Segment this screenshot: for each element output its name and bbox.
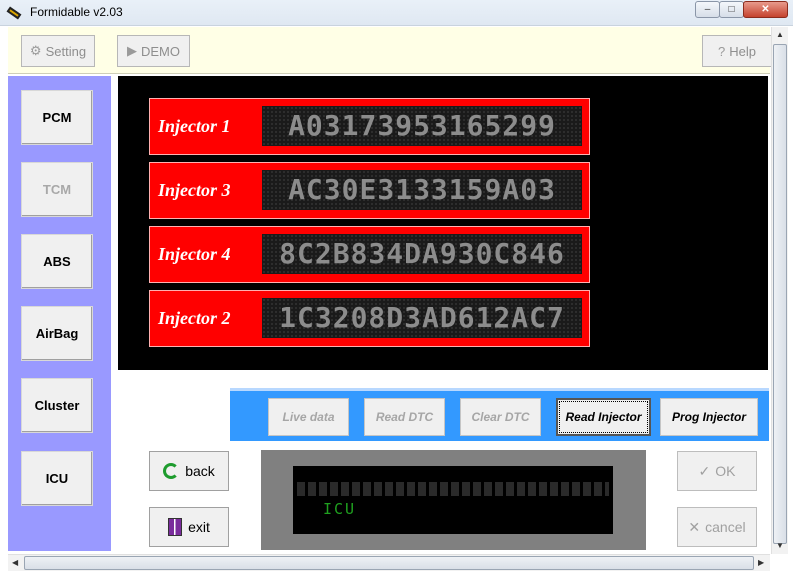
lcd-display: ICU <box>293 466 613 534</box>
scroll-left-icon[interactable]: ◀ <box>12 558 18 567</box>
cancel-icon: ✕ <box>688 518 701 535</box>
exit-button[interactable]: exit <box>149 507 229 547</box>
scroll-up-icon[interactable]: ▲ <box>776 30 784 39</box>
lcd-line-1 <box>297 482 609 496</box>
demo-label: DEMO <box>141 43 180 59</box>
vertical-scroll-thumb[interactable] <box>773 44 787 544</box>
back-label: back <box>185 463 215 479</box>
prog-injector-button[interactable]: Prog Injector <box>660 398 758 436</box>
play-icon: ▶ <box>127 43 137 58</box>
lcd-line-2: ICU <box>323 500 357 518</box>
demo-button[interactable]: ▶ DEMO <box>117 35 190 67</box>
ok-button[interactable]: ✓ OK <box>677 451 757 491</box>
question-icon: ? <box>718 43 726 59</box>
close-button[interactable]: ✕ <box>743 1 788 18</box>
injector-code: 1C3208D3AD612AC7 <box>262 298 582 338</box>
injector-row: Injector 1 A03173953165299 <box>149 98 590 155</box>
minimize-button[interactable]: – <box>695 1 720 18</box>
app-icon <box>6 6 22 20</box>
horizontal-scroll-thumb[interactable] <box>24 556 754 570</box>
title-bar: Formidable v2.03 – □ ✕ <box>0 0 793 26</box>
refresh-icon <box>163 463 180 479</box>
help-label: Help <box>729 43 756 59</box>
read-injector-button[interactable]: Read Injector <box>556 398 651 436</box>
horizontal-scrollbar[interactable]: ◀ ▶ <box>8 554 770 571</box>
help-button[interactable]: ? Help <box>702 35 772 67</box>
function-bar: Live data Read DTC Clear DTC Read Inject… <box>230 388 769 441</box>
injector-code: 8C2B834DA930C846 <box>262 234 582 274</box>
nav-pcm-button[interactable]: PCM <box>21 90 93 145</box>
nav-airbag-button[interactable]: AirBag <box>21 306 93 361</box>
module-sidebar: PCM TCM ABS AirBag Cluster ICU <box>8 76 111 551</box>
injector-panel: Injector 1 A03173953165299 Injector 3 AC… <box>118 76 768 370</box>
read-dtc-button[interactable]: Read DTC <box>364 398 445 436</box>
cancel-button[interactable]: ✕ cancel <box>677 507 757 547</box>
nav-abs-button[interactable]: ABS <box>21 234 93 289</box>
back-button[interactable]: back <box>149 451 229 491</box>
live-data-button[interactable]: Live data <box>268 398 349 436</box>
toolbar: ⚙ Setting ▶ DEMO ? Help <box>8 27 772 74</box>
injector-row: Injector 2 1C3208D3AD612AC7 <box>149 290 590 347</box>
nav-tcm-button[interactable]: TCM <box>21 162 93 217</box>
injector-label: Injector 2 <box>158 308 231 328</box>
ok-label: OK <box>715 463 736 479</box>
injector-row: Injector 4 8C2B834DA930C846 <box>149 226 590 283</box>
injector-label: Injector 4 <box>158 244 231 264</box>
window-title: Formidable v2.03 <box>30 5 123 19</box>
setting-button[interactable]: ⚙ Setting <box>21 35 95 67</box>
injector-row: Injector 3 AC30E3133159A03 <box>149 162 590 219</box>
scroll-right-icon[interactable]: ▶ <box>758 558 764 567</box>
clear-dtc-button[interactable]: Clear DTC <box>460 398 541 436</box>
nav-cluster-button[interactable]: Cluster <box>21 378 93 433</box>
nav-icu-button[interactable]: ICU <box>21 451 93 506</box>
lcd-frame: ICU <box>261 450 646 550</box>
injector-code: AC30E3133159A03 <box>262 170 582 210</box>
injector-code: A03173953165299 <box>262 106 582 146</box>
check-icon: ✓ <box>698 462 711 479</box>
exit-label: exit <box>188 519 210 535</box>
cancel-label: cancel <box>705 519 746 535</box>
door-icon <box>168 518 183 536</box>
injector-label: Injector 1 <box>158 116 231 136</box>
setting-label: Setting <box>45 43 87 59</box>
vertical-scrollbar[interactable]: ▲ ▼ <box>771 27 788 554</box>
maximize-button[interactable]: □ <box>719 1 744 18</box>
scroll-down-icon[interactable]: ▼ <box>776 541 784 550</box>
injector-label: Injector 3 <box>158 180 231 200</box>
wrench-icon: ⚙ <box>29 43 42 58</box>
